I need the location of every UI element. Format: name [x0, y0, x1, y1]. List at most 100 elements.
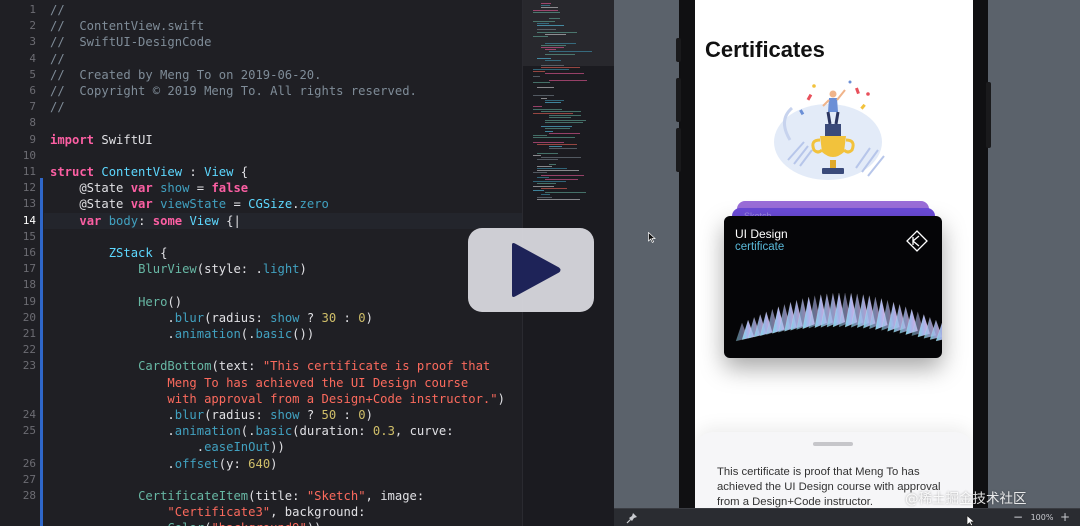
code-line[interactable]: CertificateItem(title: "Sketch", image:: [44, 488, 522, 504]
device-side-button: [676, 78, 681, 122]
minimap-line: [533, 106, 542, 108]
code-token: // SwiftUI-DesignCode: [50, 35, 212, 50]
code-token: , curve:: [394, 424, 454, 439]
line-number: 11: [22, 165, 36, 178]
code-line[interactable]: // ContentView.swift: [44, 18, 522, 34]
page-title: Certificates: [705, 37, 825, 62]
minimap-line: [541, 47, 564, 48]
code-line[interactable]: Meng To has achieved the UI Design cours…: [44, 375, 522, 391]
code-line[interactable]: Hero(): [44, 294, 522, 310]
code-token: .: [50, 310, 175, 325]
code-token: ): [299, 262, 307, 277]
code-token: .: [50, 408, 175, 422]
code-line[interactable]: [44, 148, 522, 164]
line-number: 18: [22, 278, 36, 292]
minimap-line: [537, 165, 552, 167]
code-token: 0.3: [372, 424, 395, 439]
code-token: Meng To has achieved the UI Design cours…: [50, 375, 469, 390]
minimap-line: [549, 117, 571, 119]
code-text-area[interactable]: // // ContentView.swift// SwiftUI-DesignC…: [44, 0, 522, 526]
line-number: 12: [22, 181, 36, 195]
code-token: =: [226, 197, 249, 212]
line-number: 17: [22, 262, 36, 276]
code-line[interactable]: BlurView(style: .light): [44, 261, 522, 277]
line-number: 20: [22, 310, 36, 324]
video-play-button[interactable]: [468, 228, 594, 312]
code-token: (): [167, 294, 183, 309]
code-line[interactable]: @State var show = false: [44, 180, 522, 196]
code-line[interactable]: .animation(.basic()): [44, 326, 522, 342]
code-line[interactable]: import SwiftUI: [44, 132, 522, 148]
line-number: 8: [29, 116, 36, 130]
sheet-drag-handle[interactable]: [813, 442, 853, 446]
code-token: @State: [50, 197, 131, 212]
code-token: .: [292, 197, 300, 212]
card-3d-artwork: [735, 292, 942, 342]
code-line[interactable]: .blur(radius: show ? 50 : 0): [44, 407, 522, 423]
minimap-line: [541, 157, 582, 158]
minimap-line: [533, 11, 561, 13]
line-number: [0, 391, 36, 407]
code-token: :: [182, 165, 205, 179]
code-line-current[interactable]: var body: some View {|: [44, 212, 522, 229]
code-token: (duration:: [292, 424, 373, 439]
minimap-line: [541, 97, 548, 99]
code-line[interactable]: struct ContentView : View {: [44, 164, 522, 180]
minimap-line: [537, 196, 553, 198]
code-line[interactable]: [44, 229, 522, 245]
code-line[interactable]: .easeInOut)): [44, 439, 522, 455]
line-number: 9: [29, 132, 36, 146]
code-token: (y:: [218, 456, 249, 471]
code-token: BlurView: [138, 262, 197, 277]
code-line[interactable]: // Copyright © 2019 Meng To. All rights …: [44, 83, 522, 99]
play-icon: [512, 243, 561, 297]
code-line[interactable]: // Created by Meng To on 2019-06-20.: [44, 67, 522, 83]
code-line[interactable]: CardBottom(text: "This certificate is pr…: [44, 358, 522, 374]
minimap-line: [541, 187, 568, 189]
minimap-line: [537, 176, 550, 178]
code-line[interactable]: //: [44, 51, 522, 67]
code-token: 0: [358, 408, 366, 422]
code-line[interactable]: Color("background9")): [44, 520, 522, 526]
code-token: basic: [255, 327, 293, 341]
code-line[interactable]: "Certificate3", background:: [44, 504, 522, 520]
minimap-line: [545, 99, 564, 101]
certificate-card[interactable]: UI Design certificate: [724, 216, 942, 358]
line-number: 10: [22, 148, 36, 162]
code-token: , image:: [365, 489, 425, 503]
minimap-line: [545, 102, 562, 103]
code-token: easeInOut: [204, 440, 271, 455]
minimap-line: [533, 185, 554, 187]
minimap-line: [533, 135, 547, 136]
code-line[interactable]: .offset(y: 640): [44, 456, 522, 472]
code-line[interactable]: //: [44, 99, 522, 115]
code-line[interactable]: [44, 277, 522, 293]
code-token: var: [130, 197, 153, 212]
line-number: 22: [22, 343, 36, 357]
code-line[interactable]: //: [44, 2, 522, 18]
zoom-in-button[interactable]: +: [1058, 509, 1072, 526]
minimap-line: [537, 58, 552, 59]
code-line[interactable]: [44, 342, 522, 358]
code-line[interactable]: .blur(radius: show ? 30 : 0): [44, 310, 522, 326]
minimap-line: [549, 18, 560, 20]
code-line[interactable]: with approval from a Design+Code instruc…: [44, 391, 522, 407]
pin-icon[interactable]: [626, 512, 638, 524]
code-line[interactable]: [44, 472, 522, 488]
device-side-button: [986, 82, 991, 148]
line-number: 13: [22, 197, 36, 211]
code-line[interactable]: .animation(.basic(duration: 0.3, curve:: [44, 423, 522, 439]
code-line[interactable]: @State var viewState = CGSize.zero: [44, 196, 522, 212]
code-line[interactable]: // SwiftUI-DesignCode: [44, 34, 522, 50]
line-number: [0, 520, 36, 526]
code-line[interactable]: ZStack {: [44, 245, 522, 261]
code-line[interactable]: [44, 115, 522, 131]
zoom-out-button[interactable]: −: [1012, 509, 1024, 526]
zoom-level[interactable]: 100%: [1026, 509, 1058, 526]
code-token: "This certificate is proof that: [262, 359, 491, 374]
